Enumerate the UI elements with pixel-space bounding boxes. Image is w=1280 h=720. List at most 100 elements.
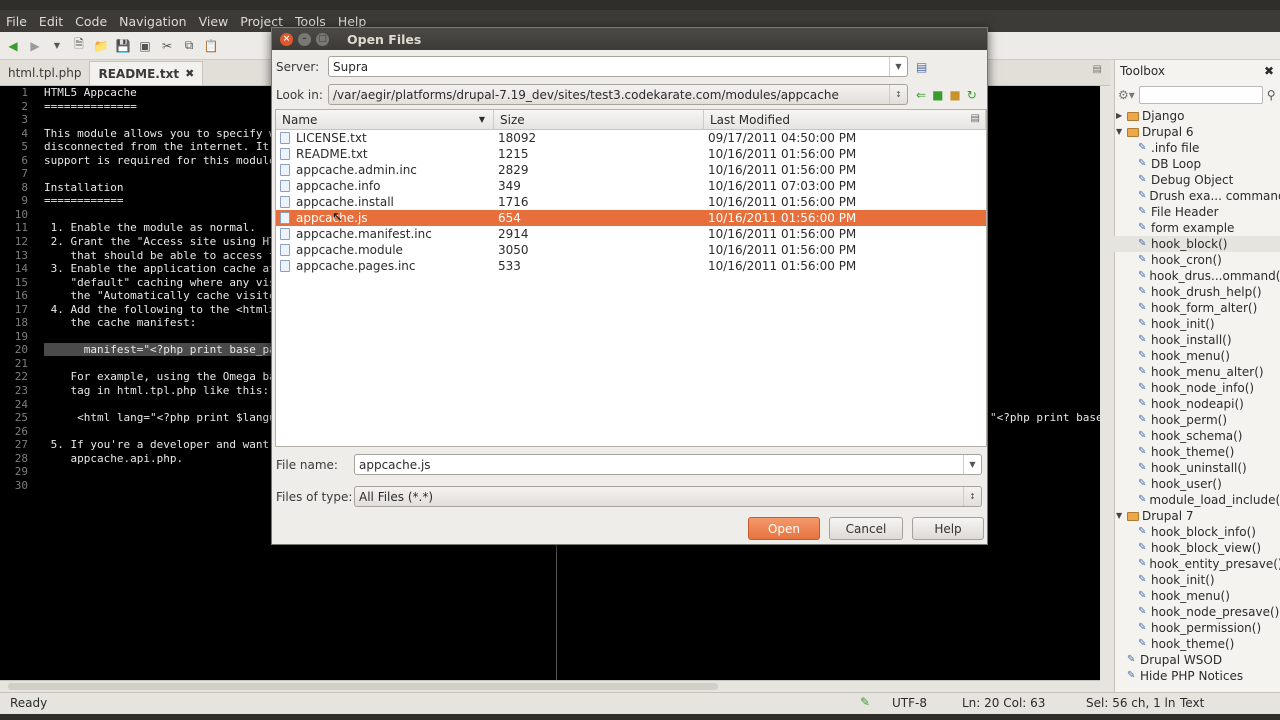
toolbox-item[interactable]: ✎ hook_node_presave() bbox=[1114, 604, 1280, 620]
close-icon[interactable]: ✖ bbox=[1264, 64, 1274, 78]
toolbox-item[interactable]: ✎ hook_menu() bbox=[1114, 348, 1280, 364]
menu-file[interactable]: File bbox=[0, 14, 33, 29]
chevron-down-icon[interactable]: ▼ bbox=[1116, 124, 1124, 140]
chevron-down-icon[interactable]: ▼ bbox=[963, 455, 981, 474]
toolbox-item[interactable]: ✎ hook_uninstall() bbox=[1114, 460, 1280, 476]
toolbox-item[interactable]: ▼ Drupal 7 bbox=[1114, 508, 1280, 524]
chevron-down-icon[interactable]: ▼ bbox=[889, 57, 907, 76]
back-arrow-icon[interactable]: ◀ bbox=[4, 37, 22, 55]
toolbox-item[interactable]: ✎ module_load_include() bbox=[1114, 492, 1280, 508]
toolbox-item[interactable]: ✎ DB Loop bbox=[1114, 156, 1280, 172]
paste-icon[interactable]: 📋 bbox=[202, 37, 220, 55]
column-name[interactable]: Name ▼ bbox=[276, 110, 494, 130]
toolbox-item[interactable]: ✎ hook_entity_presave() bbox=[1114, 556, 1280, 572]
chevron-updown-icon[interactable]: ↕ bbox=[889, 85, 907, 104]
search-icon[interactable]: ⚲ bbox=[1267, 88, 1276, 102]
toolbox-item[interactable]: ▼ Drupal 6 bbox=[1114, 124, 1280, 140]
new-file-icon[interactable]: 🗎 bbox=[70, 37, 88, 55]
toolbox-item[interactable]: ✎ hook_install() bbox=[1114, 332, 1280, 348]
file-row[interactable]: appcache.module 3050 10/16/2011 01:56:00 P… bbox=[276, 242, 986, 258]
toolbox-item[interactable]: ✎ Debug Object bbox=[1114, 172, 1280, 188]
server-config-icon[interactable]: ▤ bbox=[916, 60, 927, 74]
gear-icon[interactable]: ⚙▾ bbox=[1118, 88, 1135, 102]
chevron-down-icon[interactable]: ▼ bbox=[1116, 508, 1124, 524]
toolbox-item[interactable]: ✎ hook_schema() bbox=[1114, 428, 1280, 444]
save-all-icon[interactable]: ▣ bbox=[136, 37, 154, 55]
toolbox-item[interactable]: ✎ hook_menu() bbox=[1114, 588, 1280, 604]
copy-icon[interactable]: ⧉ bbox=[180, 37, 198, 55]
toolbox-item[interactable]: ✎ hook_user() bbox=[1114, 476, 1280, 492]
home-folder-icon[interactable]: ■ bbox=[932, 88, 943, 102]
lookin-combo[interactable]: /var/aegir/platforms/drupal-7.19_dev/sit… bbox=[328, 84, 908, 105]
toolbox-item[interactable]: ✎ hook_theme() bbox=[1114, 636, 1280, 652]
toolbox-item[interactable]: ✎ hook_drus...ommand() bbox=[1114, 268, 1280, 284]
up-directory-icon[interactable]: ⇐ bbox=[916, 88, 926, 102]
toolbox-item[interactable]: ✎ .info file bbox=[1114, 140, 1280, 156]
cancel-button[interactable]: Cancel bbox=[829, 517, 903, 540]
tab-list-icon[interactable]: ▤ bbox=[1093, 64, 1102, 75]
file-row[interactable]: README.txt 1215 10/16/2011 01:56:00 PM bbox=[276, 146, 986, 162]
menu-code[interactable]: Code bbox=[69, 14, 113, 29]
toolbox-item[interactable]: ✎ hook_permission() bbox=[1114, 620, 1280, 636]
encoding-status[interactable]: UTF-8 bbox=[892, 696, 927, 710]
toolbox-item[interactable]: ✎ hook_init() bbox=[1114, 572, 1280, 588]
toolbox-item[interactable]: ✎ hook_block() bbox=[1114, 236, 1280, 252]
toolbox-item[interactable]: ✎ hook_drush_help() bbox=[1114, 284, 1280, 300]
filename-combo[interactable]: appcache.js ▼ bbox=[354, 454, 982, 475]
column-picker-icon[interactable]: ▤ bbox=[971, 113, 980, 124]
toolbox-item[interactable]: ✎ hook_cron() bbox=[1114, 252, 1280, 268]
toolbox-item[interactable]: ✎ hook_init() bbox=[1114, 316, 1280, 332]
toolbox-item[interactable]: ✎ hook_form_alter() bbox=[1114, 300, 1280, 316]
tab-html-tpl[interactable]: html.tpl.php bbox=[0, 61, 89, 85]
open-button[interactable]: Open bbox=[748, 517, 820, 540]
vertical-scrollbar[interactable] bbox=[1100, 86, 1110, 680]
menu-navigation[interactable]: Navigation bbox=[113, 14, 192, 29]
toolbox-item[interactable]: ✎ hook_block_view() bbox=[1114, 540, 1280, 556]
toolbox-item[interactable]: ✎ hook_block_info() bbox=[1114, 524, 1280, 540]
file-row[interactable]: appcache.js 654 10/16/2011 01:56:00 PM ↖ bbox=[276, 210, 986, 226]
file-row[interactable]: appcache.pages.inc 533 10/16/2011 01:56:00… bbox=[276, 258, 986, 274]
toolbox-item[interactable]: ✎ hook_nodeapi() bbox=[1114, 396, 1280, 412]
column-modified[interactable]: Last Modified bbox=[704, 110, 986, 130]
column-size[interactable]: Size bbox=[494, 110, 704, 130]
language-mode[interactable]: Text bbox=[1180, 696, 1204, 710]
server-combo[interactable]: Supra ▼ bbox=[328, 56, 908, 77]
open-folder-icon[interactable]: 📁 bbox=[92, 37, 110, 55]
toolbox-item[interactable]: ✎ Hide PHP Notices bbox=[1114, 668, 1280, 684]
toolbox-item[interactable]: ✎ form example bbox=[1114, 220, 1280, 236]
toolbox-item[interactable]: ✎ Drupal WSOD bbox=[1114, 652, 1280, 668]
file-list[interactable]: Name ▼ Size Last Modified ▤ LICENSE.txt 18… bbox=[275, 109, 987, 447]
toolbox-search-input[interactable] bbox=[1138, 86, 1263, 104]
tab-readme[interactable]: README.txt ✖ bbox=[89, 61, 204, 85]
minimize-icon[interactable]: – bbox=[298, 32, 311, 46]
toolbox-item[interactable]: ✎ hook_perm() bbox=[1114, 412, 1280, 428]
forward-arrow-icon[interactable]: ▶ bbox=[26, 37, 44, 55]
spellcheck-icon[interactable]: ✎ bbox=[860, 695, 870, 709]
menu-view[interactable]: View bbox=[193, 14, 235, 29]
new-folder-icon[interactable]: ■ bbox=[949, 88, 960, 102]
toolbox-item[interactable]: ✎ hook_node_info() bbox=[1114, 380, 1280, 396]
filename-value[interactable]: appcache.js bbox=[359, 458, 431, 472]
close-icon[interactable]: ✖ bbox=[185, 67, 194, 80]
toolbox-item[interactable]: ✎ File Header bbox=[1114, 204, 1280, 220]
toolbox-item[interactable]: ▶ Django bbox=[1114, 108, 1280, 124]
chevron-right-icon[interactable]: ▶ bbox=[1116, 108, 1124, 124]
menu-edit[interactable]: Edit bbox=[33, 14, 69, 29]
toolbox-item[interactable]: ✎ Drush exa... commands bbox=[1114, 188, 1280, 204]
toolbox-item[interactable]: ✎ hook_menu_alter() bbox=[1114, 364, 1280, 380]
history-dropdown-icon[interactable]: ▼ bbox=[48, 37, 66, 55]
horizontal-scroll-thumb[interactable] bbox=[8, 683, 718, 690]
file-row[interactable]: appcache.admin.inc 2829 10/16/2011 01:56:0… bbox=[276, 162, 986, 178]
maximize-icon[interactable]: □ bbox=[316, 32, 329, 46]
file-row[interactable]: appcache.info 349 10/16/2011 07:03:00 PM bbox=[276, 178, 986, 194]
refresh-icon[interactable]: ↻ bbox=[967, 88, 977, 102]
file-row[interactable]: appcache.manifest.inc 2914 10/16/2011 01:5… bbox=[276, 226, 986, 242]
save-icon[interactable]: 💾 bbox=[114, 37, 132, 55]
help-button[interactable]: Help bbox=[912, 517, 984, 540]
toolbox-item[interactable]: ✎ hook_theme() bbox=[1114, 444, 1280, 460]
close-icon[interactable]: × bbox=[280, 32, 293, 46]
file-row[interactable]: appcache.install 1716 10/16/2011 01:56:00 … bbox=[276, 194, 986, 210]
cut-icon[interactable]: ✂ bbox=[158, 37, 176, 55]
filetype-combo[interactable]: All Files (*.*) ↕ bbox=[354, 486, 982, 507]
file-row[interactable]: LICENSE.txt 18092 09/17/2011 04:50:00 PM bbox=[276, 130, 986, 146]
